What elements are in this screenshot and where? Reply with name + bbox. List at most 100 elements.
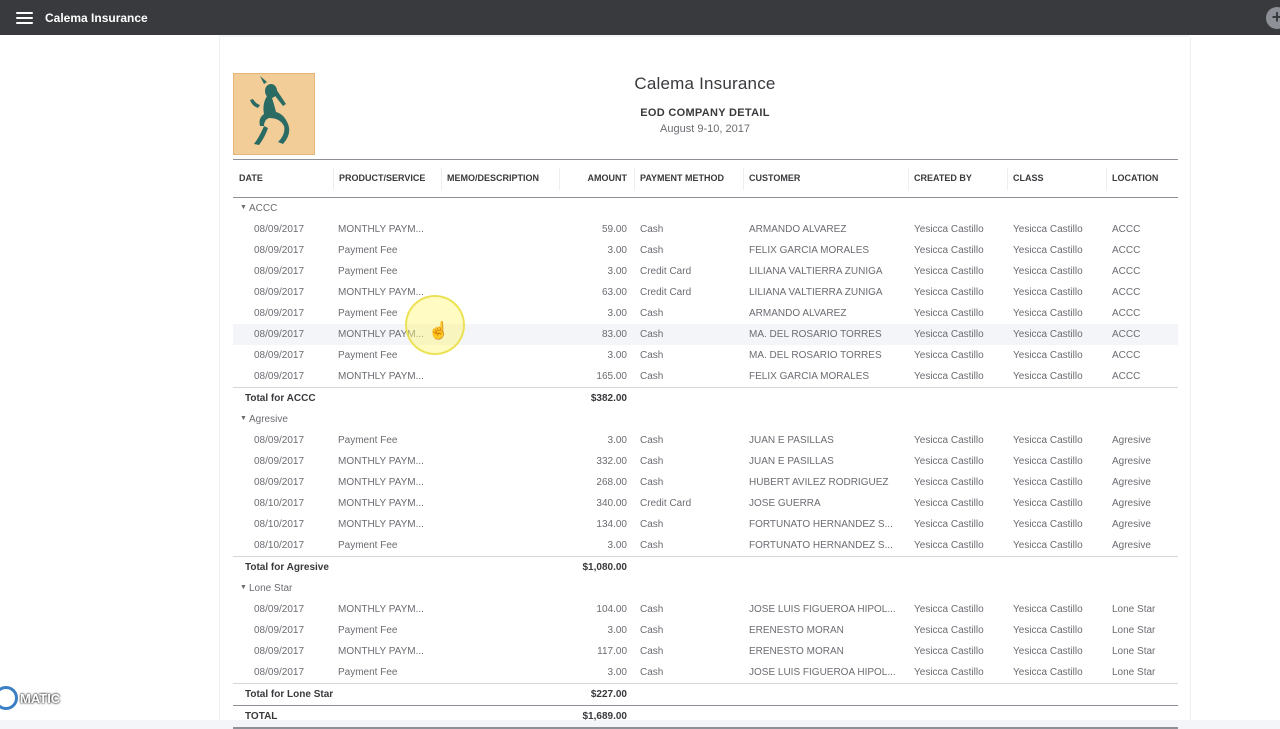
cell-amount[interactable]: 340.00 [596,498,627,509]
table-row[interactable]: 08/09/2017 MONTHLY PAYM... 332.00 Cash JUAN … [233,451,1178,472]
table-row[interactable]: 08/09/2017 Payment Fee 3.00 Cash ERENESTO MO… [233,620,1178,641]
group-total-amount[interactable]: $227.00 [591,689,627,700]
cell-product-service[interactable]: MONTHLY PAYM... [338,224,424,235]
table-row[interactable]: 08/09/2017 MONTHLY PAYM... 165.00 Cash FELIX… [233,366,1178,387]
cell-location: Lone Star [1112,646,1156,657]
table-row[interactable]: 08/09/2017 MONTHLY PAYM... 83.00 Cash MA. DE… [233,324,1178,345]
column-resize-handle[interactable] [634,168,635,190]
column-header-memo-description[interactable]: MEMO/DESCRIPTION [447,173,539,183]
group-header[interactable]: ▼ Lone Star [233,578,1178,599]
column-header-date[interactable]: DATE [239,173,263,183]
table-row[interactable]: 08/09/2017 MONTHLY PAYM... 117.00 Cash ERENE… [233,641,1178,662]
cell-product-service[interactable]: MONTHLY PAYM... [338,456,424,467]
cell-date: 08/09/2017 [254,245,305,256]
cell-created-by: Yesicca Castillo [914,667,984,678]
cell-product-service[interactable]: MONTHLY PAYM... [338,498,424,509]
column-header-customer[interactable]: CUSTOMER [749,173,800,183]
cell-amount[interactable]: 59.00 [602,224,627,235]
table-row[interactable]: 08/09/2017 MONTHLY PAYM... 59.00 Cash ARMAND… [233,219,1178,240]
cell-product-service[interactable]: MONTHLY PAYM... [338,519,424,530]
table-row[interactable]: 08/09/2017 Payment Fee 3.00 Cash MA. DEL ROS… [233,345,1178,366]
table-row[interactable]: 08/09/2017 Payment Fee 3.00 Cash JOSE LUIS F… [233,662,1178,683]
table-row[interactable]: 08/09/2017 MONTHLY PAYM... 63.00 Credit Car… [233,282,1178,303]
cell-amount[interactable]: 63.00 [602,287,627,298]
cell-amount[interactable]: 3.00 [608,667,627,678]
cell-amount[interactable]: 104.00 [596,604,627,615]
column-resize-handle[interactable] [559,168,560,190]
column-resize-handle[interactable] [1106,168,1107,190]
cell-product-service[interactable]: Payment Fee [338,540,397,551]
cell-created-by: Yesicca Castillo [914,540,984,551]
table-row[interactable]: 08/09/2017 Payment Fee 3.00 Credit Card LILI… [233,261,1178,282]
cell-amount[interactable]: 117.00 [597,646,627,657]
collapse-arrow-icon[interactable]: ▼ [240,584,247,591]
cell-amount[interactable]: 134.00 [596,519,627,530]
grand-total-amount[interactable]: $1,689.00 [583,711,628,722]
column-header-payment-method[interactable]: PAYMENT METHOD [640,173,724,183]
cell-product-service[interactable]: MONTHLY PAYM... [338,604,424,615]
menu-icon[interactable] [16,11,34,25]
column-header-location[interactable]: LOCATION [1112,173,1158,183]
cell-product-service[interactable]: Payment Fee [338,245,397,256]
cell-product-service[interactable]: Payment Fee [338,308,397,319]
cell-amount[interactable]: 83.00 [602,329,627,340]
cell-amount[interactable]: 332.00 [596,456,627,467]
cell-product-service[interactable]: Payment Fee [338,625,397,636]
table-row[interactable]: 08/09/2017 Payment Fee 3.00 Cash JUAN E PASI… [233,430,1178,451]
column-header-created-by[interactable]: CREATED BY [914,173,972,183]
cell-product-service[interactable]: Payment Fee [338,435,397,446]
report-page: Calema Insurance EOD COMPANY DETAIL Augu… [219,37,1191,729]
plus-icon[interactable]: + [1266,7,1280,29]
cell-customer: JOSE GUERRA [749,498,821,509]
cell-created-by: Yesicca Castillo [914,350,984,361]
group-header[interactable]: ▼ Agresive [233,409,1178,430]
cell-date: 08/09/2017 [254,371,305,382]
column-resize-handle[interactable] [1007,168,1008,190]
cell-amount[interactable]: 3.00 [608,435,627,446]
hand-cursor-icon: ☝ [428,321,450,340]
cell-customer: FELIX GARCIA MORALES [749,371,870,382]
table-row[interactable]: 08/10/2017 MONTHLY PAYM... 340.00 Credit Ca… [233,493,1178,514]
column-resize-handle[interactable] [743,168,744,190]
cell-product-service[interactable]: MONTHLY PAYM... [338,477,424,488]
cell-amount[interactable]: 3.00 [608,308,627,319]
company-name[interactable]: Calema Insurance [45,11,148,25]
cell-product-service[interactable]: MONTHLY PAYM... [338,287,424,298]
cell-product-service[interactable]: Payment Fee [338,350,397,361]
cell-class: Yesicca Castillo [1013,287,1083,298]
cell-location: ACCC [1112,371,1141,382]
cell-date: 08/09/2017 [254,625,305,636]
cell-location: ACCC [1112,266,1141,277]
group-total-amount[interactable]: $382.00 [591,393,627,404]
group-total-label: Total for ACCC [245,393,316,404]
cell-product-service[interactable]: Payment Fee [338,667,397,678]
cell-amount[interactable]: 268.00 [596,477,627,488]
table-row[interactable]: 08/09/2017 MONTHLY PAYM... 104.00 Cash JOSE … [233,599,1178,620]
column-header-amount[interactable]: AMOUNT [588,173,628,183]
cell-product-service[interactable]: Payment Fee [338,266,397,277]
column-resize-handle[interactable] [441,168,442,190]
collapse-arrow-icon[interactable]: ▼ [240,204,247,211]
table-row[interactable]: 08/10/2017 Payment Fee 3.00 Cash FORTUNATO H… [233,535,1178,556]
cell-product-service[interactable]: MONTHLY PAYM... [338,371,424,382]
table-row[interactable]: 08/09/2017 Payment Fee 3.00 Cash FELIX GARCI… [233,240,1178,261]
cell-amount[interactable]: 3.00 [608,266,627,277]
cell-location: Agresive [1112,456,1151,467]
group-header[interactable]: ▼ ACCC [233,198,1178,219]
collapse-arrow-icon[interactable]: ▼ [240,415,247,422]
cell-amount[interactable]: 165.00 [596,371,627,382]
cell-amount[interactable]: 3.00 [608,245,627,256]
cell-amount[interactable]: 3.00 [608,625,627,636]
column-resize-handle[interactable] [333,168,334,190]
column-resize-handle[interactable] [908,168,909,190]
table-row[interactable]: 08/10/2017 MONTHLY PAYM... 134.00 Cash FORTU… [233,514,1178,535]
table-row[interactable]: 08/09/2017 MONTHLY PAYM... 268.00 Cash HUBER… [233,472,1178,493]
column-header-class[interactable]: CLASS [1013,173,1044,183]
group-total-amount[interactable]: $1,080.00 [583,562,628,573]
cell-amount[interactable]: 3.00 [608,540,627,551]
table-row[interactable]: 08/09/2017 Payment Fee 3.00 Cash ARMANDO ALV… [233,303,1178,324]
cell-amount[interactable]: 3.00 [608,350,627,361]
cell-customer: JOSE LUIS FIGUEROA HIPOL... [749,604,896,615]
cell-product-service[interactable]: MONTHLY PAYM... [338,646,424,657]
column-header-product-service[interactable]: PRODUCT/SERVICE [339,173,425,183]
